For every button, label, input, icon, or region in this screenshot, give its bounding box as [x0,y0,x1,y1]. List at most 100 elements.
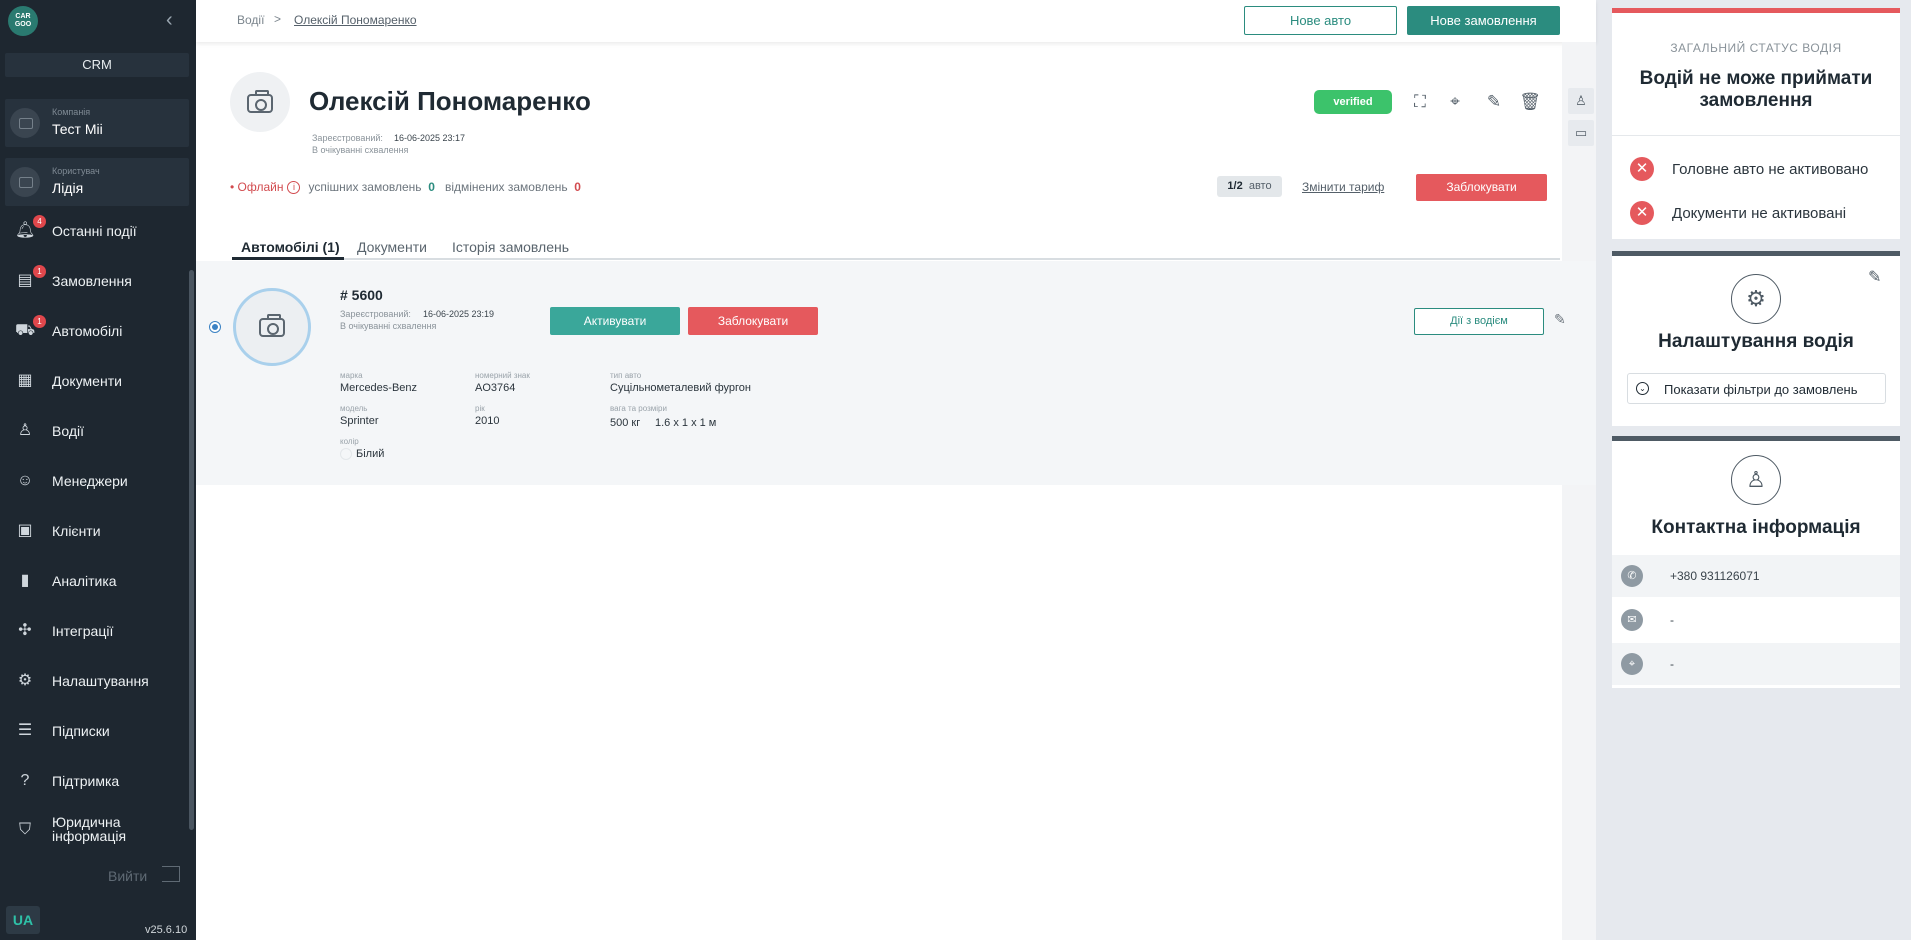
driver-name: Олексій Пономаренко [309,86,591,116]
breadcrumb-separator: > [274,12,282,26]
analytics-icon: ▮ [20,572,30,589]
year-label: рік [475,404,485,413]
year-value: 2010 [475,415,500,427]
sidebar-item-integrations[interactable]: ✣ Інтеграції [0,613,190,649]
logout-link[interactable]: Вийти [108,868,147,884]
language-switcher[interactable]: UA [6,906,40,934]
sidebar-item-legal[interactable]: ⛉ Юридична інформація [0,812,190,848]
activate-car-button[interactable]: Активувати [550,307,680,335]
car-photo[interactable] [233,288,311,366]
color-swatch [340,448,352,461]
shield-icon: ⛉ [18,821,31,838]
brand-value: Mercedes-Benz [340,382,418,394]
sidebar-item-label: Замовлення [52,273,132,289]
company-selector[interactable]: Компанія Тест Міі [5,99,189,147]
sidebar-item-label: Налаштування [52,673,149,689]
logout-icon[interactable] [162,866,180,882]
events-badge: 4 [33,215,46,228]
main-car-radio[interactable] [209,321,221,333]
sidebar-item-settings[interactable]: ⚙ Налаштування [0,663,190,699]
driver-contact-icon: ♙ [1731,455,1781,505]
verified-badge: verified [1314,90,1392,114]
sidebar-scrollbar[interactable] [189,270,194,830]
sidebar-item-label: Водії [52,423,84,439]
sidebar-item-support[interactable]: ? Підтримка [0,763,190,799]
sidebar-item-label: Юридична інформація [52,814,127,844]
sidebar-item-orders[interactable]: ▤ 1 Замовлення [0,263,190,299]
cargoo-logo[interactable]: CAR GOO [8,6,38,36]
approval-status: В очікуванні схвалення [312,145,409,155]
info-icon[interactable]: i [287,181,301,195]
driver-actions-button[interactable]: Дії з водієм [1414,308,1544,335]
status-divider [1612,135,1900,136]
cancelled-label: відмінених замовлень [444,180,568,194]
driver-photo[interactable] [230,72,290,132]
tab-order-history[interactable]: Історія замовлень [452,239,569,255]
user-selector[interactable]: Користувач Лідія [5,158,189,206]
sidebar-item-managers[interactable]: ☺ Менеджери [0,463,190,499]
success-label: успішних замовлень [308,180,422,194]
driver-stats: • Офлайн i успішних замовлень 0 відмінених… [230,180,581,195]
offline-status: • Офлайн [230,180,284,194]
plate-label: номерний знак [475,371,530,380]
new-car-button[interactable]: Нове авто [1244,6,1397,35]
error-icon: ✕ [1630,157,1654,181]
cancelled-count: 0 [574,180,581,194]
sidebar-item-label: Підтримка [52,773,120,789]
main-content: Водії > Олексій Пономаренко Нове авто Но… [196,0,1596,940]
sidebar-item-documents[interactable]: ▦ Документи [0,363,190,399]
sidebar-item-label: Автомобілі [52,323,123,339]
integrations-icon: ✣ [18,622,32,639]
bell-icon: 🔔︎ [15,222,36,239]
status-kicker: ЗАГАЛЬНИЙ СТАТУС ВОДІЯ [1670,41,1842,55]
sidebar-item-cars[interactable]: ⛟ 1 Автомобілі [0,313,190,349]
app-version: v25.6.10 [145,924,188,936]
brand-label: марка [340,371,363,380]
location-pin-icon[interactable]: ⌖ [1444,91,1466,113]
new-order-button[interactable]: Нове замовлення [1407,6,1560,35]
face-scan-icon[interactable]: ⛶ [1409,91,1431,113]
driver-rail-icon[interactable]: ♙ [1568,88,1594,114]
contact-address-row: ⌖ - [1612,643,1900,685]
edit-settings-icon[interactable]: ✎ [1868,267,1881,287]
change-tariff-link[interactable]: Змінити тариф [1302,180,1384,194]
registered-date: 16-06-2025 23:17 [394,133,466,143]
sidebar-item-label: Підписки [52,723,110,739]
edit-pencil-icon[interactable]: ✎ [1483,91,1505,113]
type-value: Суцільнометалевий фургон [610,382,751,394]
sidebar-item-subscriptions[interactable]: ☰ Підписки [0,713,190,749]
car-approval-status: В очікуванні схвалення [340,321,437,331]
block-driver-button[interactable]: Заблокувати [1416,174,1547,201]
sidebar-item-clients[interactable]: ▣ Клієнти [0,513,190,549]
sidebar-item-analytics[interactable]: ▮ Аналітика [0,563,190,599]
sidebar-item-label: Клієнти [52,523,101,539]
company-avatar-icon [10,108,40,138]
tab-documents[interactable]: Документи [357,239,427,255]
edit-car-icon[interactable]: ✎ [1554,311,1566,328]
sidebar-item-label: Менеджери [52,473,128,489]
breadcrumb-current[interactable]: Олексій Пономаренко [294,13,417,27]
collapse-sidebar-icon[interactable]: ‹ [166,9,173,32]
sidebar-item-events[interactable]: 🔔︎ 4 Останні події [0,213,190,249]
sidebar-item-label: Документи [52,373,122,389]
contact-phone[interactable]: +380 931126071 [1670,569,1760,583]
error-icon: ✕ [1630,201,1654,225]
sidebar-item-drivers[interactable]: ♙ Водії [0,413,190,449]
sidebar: CAR GOO ‹ CRM Компанія Тест Міі Користув… [0,0,196,940]
sidebar-item-label: Інтеграції [52,623,114,639]
tab-cars[interactable]: Автомобілі (1) [241,239,340,255]
show-filters-button[interactable]: ⌄ Показати фільтри до замовлень [1627,373,1886,404]
crm-label: CRM [5,53,189,77]
side-rail: ♙ ▭ [1562,42,1596,940]
chat-icon[interactable]: ▭ [1568,120,1594,146]
model-value: Sprinter [340,415,379,427]
block-car-button[interactable]: Заблокувати [688,307,818,335]
cars-badge: 1 [33,315,46,328]
trash-icon[interactable]: 🗑︎ [1519,91,1541,113]
camera-icon [259,314,285,337]
contact-email-row: ✉ - [1612,599,1900,641]
breadcrumb-drivers[interactable]: Водії [237,13,264,27]
orders-badge: 1 [33,265,46,278]
sidebar-item-label: Останні події [52,223,137,239]
help-icon: ? [20,772,30,789]
